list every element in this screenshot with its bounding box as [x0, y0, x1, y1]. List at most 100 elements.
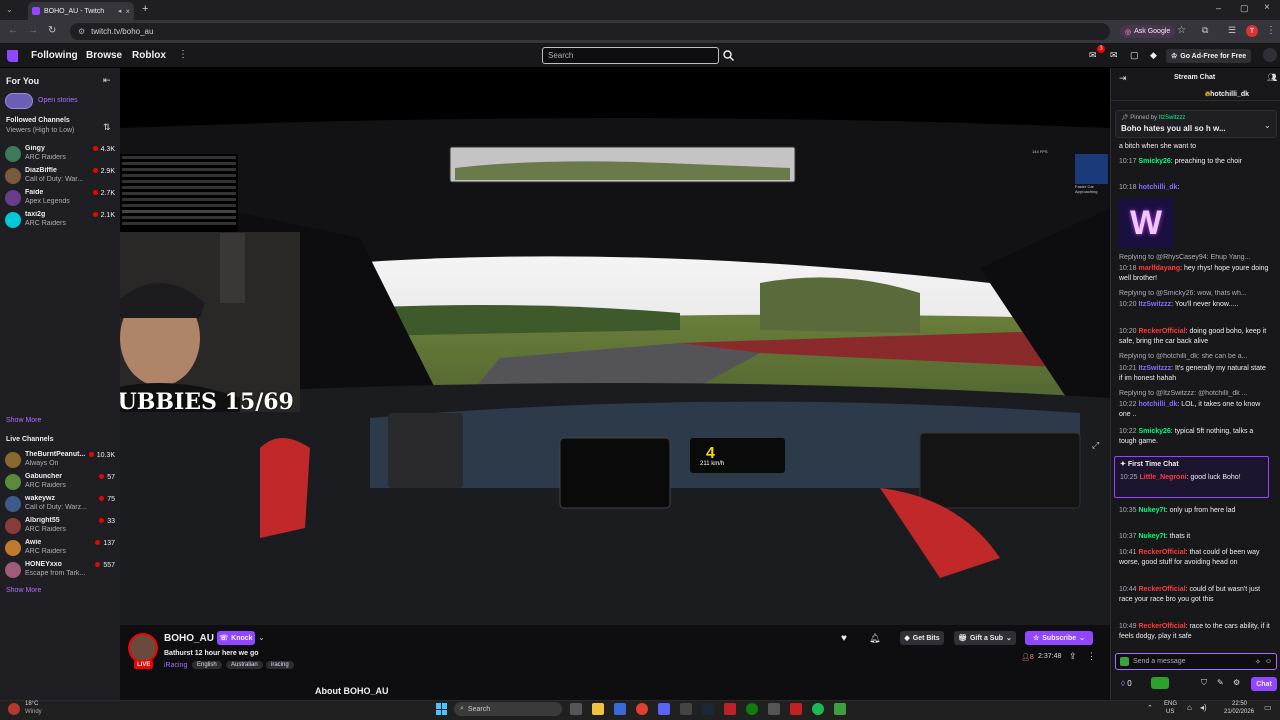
- open-stories-link[interactable]: Open stories: [38, 97, 78, 104]
- discord-icon[interactable]: [658, 703, 670, 715]
- reply-context[interactable]: Replying to @ItzSwitzzz: @hotchilli_dk .…: [1119, 390, 1271, 397]
- reload-icon[interactable]: ↻: [48, 25, 56, 36]
- maximize-icon[interactable]: ▢: [1240, 3, 1249, 14]
- tray-overflow-icon[interactable]: ⌃: [1147, 704, 1153, 712]
- chat-username[interactable]: ReckerOfficial: [1138, 328, 1185, 335]
- spotify-icon[interactable]: [812, 703, 824, 715]
- app-icon[interactable]: [680, 703, 692, 715]
- chat-message[interactable]: 10:17 Smicky26: preaching to the choir: [1119, 157, 1271, 167]
- bookmark-star-icon[interactable]: ☆: [1177, 25, 1186, 36]
- live-channel-row[interactable]: HONEYxxo Escape from Tark... 557: [5, 560, 117, 582]
- app-icon[interactable]: [768, 703, 780, 715]
- windows-start-icon[interactable]: [436, 703, 448, 715]
- site-info-icon[interactable]: ⚙: [78, 27, 85, 36]
- channel-name[interactable]: BOHO_AU: [164, 633, 214, 644]
- chat-username[interactable]: Smicky26: [1138, 428, 1170, 435]
- bits-icon[interactable]: ◆: [1150, 50, 1157, 61]
- prime-icon[interactable]: ▢: [1130, 50, 1139, 61]
- whispers-icon[interactable]: ✉: [1110, 50, 1118, 61]
- nav-following[interactable]: Following: [31, 50, 78, 61]
- share-icon[interactable]: ⇪: [1069, 651, 1077, 662]
- chat-message[interactable]: 10:20 ReckerOfficial: doing good boho, k…: [1119, 327, 1271, 347]
- tab-audio-icon[interactable]: ◂: [118, 7, 122, 15]
- live-channel-row[interactable]: wakeywz Call of Duty: Warz... 75: [5, 494, 117, 516]
- live-channel-row[interactable]: TheBurntPeanut... Always On 10.3K: [5, 450, 117, 472]
- chat-message[interactable]: 10:18 hotchilli_dk:: [1119, 183, 1271, 193]
- tab-close-icon[interactable]: ×: [125, 7, 130, 16]
- keyboard-lang[interactable]: ENG: [1164, 701, 1177, 707]
- nav-browse[interactable]: Browse: [86, 50, 122, 61]
- more-options-icon[interactable]: ⋮: [1087, 651, 1096, 662]
- first-time-chat-card[interactable]: ✦ First Time Chat 10:25 Little_Negroni: …: [1114, 456, 1269, 498]
- gift-sub-button[interactable]: 🎁︎ Gift a Sub ⌄: [954, 631, 1016, 645]
- knock-dropdown-icon[interactable]: ⌄: [258, 633, 265, 642]
- live-channel-row[interactable]: Awie ARC Raiders 137: [5, 538, 117, 560]
- emote-picker-icon[interactable]: ☺: [1265, 658, 1272, 665]
- notifications-icon[interactable]: ✉: [1089, 50, 1097, 61]
- browser-tab[interactable]: BOHO_AU - Twitch ◂ ×: [28, 2, 134, 20]
- chat-username[interactable]: Nukey7t: [1138, 533, 1165, 540]
- chat-input[interactable]: Send a message ✧ ☺: [1115, 653, 1277, 670]
- new-tab-icon[interactable]: +: [142, 3, 148, 15]
- task-view-icon[interactable]: [570, 703, 582, 715]
- sidepanel-icon[interactable]: ☰: [1228, 25, 1236, 36]
- clock-date[interactable]: 21/02/2026: [1224, 709, 1254, 715]
- steam-icon[interactable]: [702, 703, 714, 715]
- twitch-logo-icon[interactable]: [7, 50, 18, 62]
- show-more-live-link[interactable]: Show More: [6, 587, 41, 594]
- chat-message[interactable]: 10:22 Smicky26: typical 5ft nothing, tal…: [1119, 427, 1271, 447]
- chrome-icon[interactable]: [636, 703, 648, 715]
- search-input[interactable]: Search: [542, 47, 719, 64]
- top-chatter[interactable]: 🔥︎hotchilli_dk: [1205, 91, 1249, 99]
- reply-context[interactable]: Replying to @Smicky26: wow, thats wh...: [1119, 290, 1271, 297]
- notification-center-icon[interactable]: ▭: [1264, 703, 1272, 712]
- clock-time[interactable]: 22:50: [1232, 701, 1247, 707]
- chat-username[interactable]: hotchilli_dk: [1138, 401, 1177, 408]
- chat-message[interactable]: 10:49 ReckerOfficial: race to the cars a…: [1119, 622, 1271, 642]
- chat-username[interactable]: Little_Negroni: [1139, 474, 1186, 481]
- chat-username[interactable]: hotchilli_dk: [1138, 184, 1177, 191]
- network-icon[interactable]: ⌂: [1187, 703, 1192, 712]
- chat-message[interactable]: 10:22 hotchilli_dk: LOL, it takes one to…: [1119, 400, 1271, 420]
- chat-message[interactable]: 10:21 ItzSwitzzz: It's generally my natu…: [1119, 364, 1271, 384]
- chat-message[interactable]: 10:20 ItzSwitzzz: You'll never know.....: [1119, 300, 1271, 310]
- reply-context[interactable]: Replying to @hotchilli_dk: she can be a.…: [1119, 353, 1271, 360]
- tag-pill[interactable]: English: [192, 661, 222, 669]
- minimize-icon[interactable]: –: [1216, 3, 1221, 13]
- app-icon[interactable]: [724, 703, 736, 715]
- ad-free-button[interactable]: ♔ Go Ad-Free for Free: [1166, 49, 1252, 63]
- window-close-icon[interactable]: ×: [1264, 2, 1270, 13]
- chat-message[interactable]: 10:44 ReckerOfficial: could of but wasn'…: [1119, 585, 1271, 605]
- knock-button[interactable]: ☏ Knock: [217, 631, 255, 645]
- chat-username[interactable]: marlfdayang: [1138, 265, 1180, 272]
- app-icon[interactable]: [834, 703, 846, 715]
- chat-message[interactable]: 10:41 ReckerOfficial: that could of been…: [1119, 548, 1271, 568]
- followed-channel-row[interactable]: Gingy ARC Raiders 4.3K: [5, 144, 117, 166]
- keyboard-region[interactable]: US: [1166, 709, 1174, 715]
- url-bar[interactable]: ⚙ twitch.tv/boho_au: [70, 23, 1110, 40]
- weather-temp[interactable]: 18°C: [25, 701, 38, 707]
- channel-points[interactable]: ◊ 0: [1121, 679, 1132, 688]
- nav-roblox[interactable]: Roblox: [132, 50, 166, 61]
- profile-avatar[interactable]: T: [1246, 25, 1258, 37]
- expand-pinned-icon[interactable]: ⌄: [1264, 121, 1271, 130]
- edit-icon[interactable]: ✎: [1217, 678, 1224, 687]
- chat-username[interactable]: Smicky26: [1138, 158, 1170, 165]
- user-avatar[interactable]: [1263, 48, 1277, 62]
- chat-username[interactable]: ReckerOfficial: [1138, 623, 1185, 630]
- store-icon[interactable]: [614, 703, 626, 715]
- back-icon[interactable]: ←: [8, 25, 18, 36]
- followed-channel-row[interactable]: Faide Apex Legends 2.7K: [5, 188, 117, 210]
- show-more-followed-link[interactable]: Show More: [6, 417, 41, 424]
- video-player[interactable]: SUBBY TUBBIES 15/69 4 211 km/h 144 FPS F…: [120, 68, 1110, 625]
- collapse-sidebar-icon[interactable]: ⇤: [103, 75, 111, 86]
- chat-message[interactable]: 10:18 marlfdayang: hey rhys! hope youre …: [1119, 264, 1271, 284]
- volume-icon[interactable]: ◂): [1200, 703, 1207, 712]
- pinned-message[interactable]: 📌︎ Pinned by ItzSwitzzz Boho hates you a…: [1115, 110, 1277, 138]
- chat-username[interactable]: ItzSwitzzz: [1138, 301, 1171, 308]
- chat-username[interactable]: ItzSwitzzz: [1138, 365, 1171, 372]
- chat-send-button[interactable]: Chat: [1251, 677, 1277, 691]
- bonus-points-button[interactable]: [1151, 677, 1169, 689]
- notification-bell-icon[interactable]: 🔔︎: [869, 633, 880, 644]
- pdf-icon[interactable]: [790, 703, 802, 715]
